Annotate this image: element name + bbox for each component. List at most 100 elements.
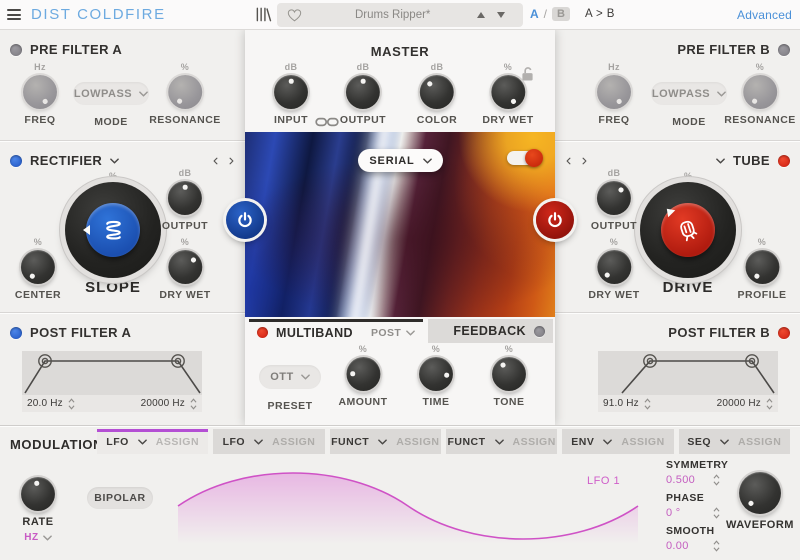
mod-tab-lfo-1[interactable]: LFO ASSIGN [97, 429, 208, 454]
multiband-preset-select[interactable]: OTT [259, 365, 321, 389]
stepper-icon[interactable] [68, 398, 75, 410]
drywet-knob[interactable] [597, 250, 631, 284]
profile-knob[interactable] [745, 250, 779, 284]
channel-b-power-button[interactable] [536, 201, 574, 239]
tab-assign-label[interactable]: ASSIGN [513, 436, 556, 448]
chevron-down-icon[interactable] [716, 158, 725, 164]
stepper-icon[interactable] [713, 474, 720, 486]
resonance-knob[interactable] [743, 75, 777, 109]
output-knob[interactable] [597, 181, 631, 215]
feedback-led[interactable] [534, 326, 545, 337]
phase-field[interactable]: 0 ° [666, 507, 720, 519]
chevron-down-icon[interactable] [495, 439, 504, 445]
freq-knob[interactable] [597, 75, 631, 109]
tab-assign-label[interactable]: ASSIGN [156, 436, 199, 448]
mod-tab-seq[interactable]: SEQ ASSIGN [679, 429, 790, 454]
resonance-knob[interactable] [168, 75, 202, 109]
center-knob[interactable] [21, 250, 55, 284]
time-knob[interactable] [419, 357, 453, 391]
preset-next-icon[interactable] [497, 12, 505, 18]
rate-knob[interactable] [21, 477, 55, 511]
amount-knob[interactable] [346, 357, 380, 391]
tab-assign-label[interactable]: ASSIGN [396, 436, 439, 448]
stepper-icon[interactable] [644, 398, 651, 410]
mod-tab-funct-1[interactable]: FUNCT ASSIGN [330, 429, 441, 454]
chevron-down-icon[interactable] [138, 439, 147, 445]
stepper-icon[interactable] [713, 507, 720, 519]
highcut-field[interactable]: 20000 Hz [141, 398, 197, 410]
routing-select[interactable]: SERIAL [358, 149, 443, 172]
tone-unit: % [505, 344, 513, 354]
multiband-tab[interactable]: MULTIBAND POST [249, 319, 423, 343]
unlock-icon[interactable] [521, 66, 534, 82]
chevron-down-icon[interactable] [254, 439, 263, 445]
tab-assign-label[interactable]: ASSIGN [621, 436, 664, 448]
stepper-icon[interactable] [190, 398, 197, 410]
slope-knob[interactable] [65, 182, 161, 278]
mode-select[interactable]: LOWPASS [651, 82, 727, 105]
preset-name[interactable]: Drums Ripper* [355, 9, 430, 21]
post-filter-b-graph[interactable] [598, 351, 778, 395]
tone-knob[interactable] [492, 357, 526, 391]
stepper-icon[interactable] [713, 540, 720, 552]
chevron-down-icon[interactable] [378, 439, 387, 445]
channel-b-toggle[interactable] [507, 151, 541, 165]
lowcut-field[interactable]: 20.0 Hz [27, 398, 75, 410]
link-gain-icon[interactable] [315, 116, 339, 128]
freq-knob[interactable] [23, 75, 57, 109]
waveform-knob[interactable] [739, 472, 781, 514]
symmetry-field[interactable]: 0.500 [666, 474, 720, 486]
mode-select[interactable]: LOWPASS [73, 82, 149, 105]
pre-filter-a-mode-group: LOWPASS MODE [73, 82, 149, 128]
advanced-button[interactable]: Advanced [737, 8, 792, 22]
main-menu-icon[interactable] [7, 9, 21, 20]
tab-type-label: ENV [571, 436, 594, 448]
drywet-knob[interactable] [168, 250, 202, 284]
next-model-icon[interactable] [580, 157, 590, 164]
ab-a-button[interactable]: A [530, 7, 539, 21]
multiband-position-select[interactable]: POST [371, 327, 415, 339]
tab-assign-label[interactable]: ASSIGN [738, 436, 781, 448]
rectifier-led[interactable] [10, 155, 22, 167]
tube-section: TUBE % DRIVE dB OUTPUT % DRY WET % [555, 140, 800, 312]
post-filter-b-led[interactable] [778, 327, 790, 339]
multiband-led[interactable] [257, 327, 268, 338]
color-knob[interactable] [420, 75, 454, 109]
post-filter-a-graph[interactable] [22, 351, 202, 395]
lowcut-field[interactable]: 91.0 Hz [603, 398, 651, 410]
feedback-tab[interactable]: FEEDBACK [428, 319, 553, 343]
mod-tab-lfo-2[interactable]: LFO ASSIGN [213, 429, 324, 454]
drywet-knob[interactable] [491, 75, 525, 109]
mod-tab-env[interactable]: ENV ASSIGN [562, 429, 673, 454]
tab-assign-label[interactable]: ASSIGN [272, 436, 315, 448]
pre-filter-b-led[interactable] [778, 44, 790, 56]
pre-filter-a-led[interactable] [10, 44, 22, 56]
highcut-field[interactable]: 20000 Hz [717, 398, 773, 410]
ab-copy-button[interactable]: A > B [585, 8, 615, 20]
next-model-icon[interactable] [227, 157, 237, 164]
prev-model-icon[interactable] [564, 157, 574, 164]
master-color-group: dB COLOR [417, 62, 457, 126]
lfo-waveform-display[interactable] [178, 468, 638, 544]
chevron-down-icon[interactable] [720, 439, 729, 445]
mod-tab-funct-2[interactable]: FUNCT ASSIGN [446, 429, 557, 454]
post-filter-a-led[interactable] [10, 327, 22, 339]
favorite-heart-icon[interactable] [287, 9, 302, 22]
preset-prev-icon[interactable] [477, 12, 485, 18]
chevron-down-icon[interactable] [603, 439, 612, 445]
preset-library-icon[interactable] [255, 6, 272, 23]
preset-browser[interactable]: Drums Ripper* [277, 3, 523, 27]
drive-knob[interactable] [640, 182, 736, 278]
channel-a-power-button[interactable] [226, 201, 264, 239]
ab-b-button[interactable]: B [552, 7, 570, 21]
bipolar-toggle[interactable]: BIPOLAR [87, 487, 153, 509]
stepper-icon[interactable] [766, 398, 773, 410]
input-knob[interactable] [274, 75, 308, 109]
output-knob[interactable] [168, 181, 202, 215]
tube-led[interactable] [778, 155, 790, 167]
chevron-down-icon[interactable] [110, 158, 119, 164]
output-knob[interactable] [346, 75, 380, 109]
smooth-field[interactable]: 0.00 [666, 540, 720, 552]
rate-unit-select[interactable]: HZ [24, 532, 52, 543]
prev-model-icon[interactable] [211, 157, 221, 164]
